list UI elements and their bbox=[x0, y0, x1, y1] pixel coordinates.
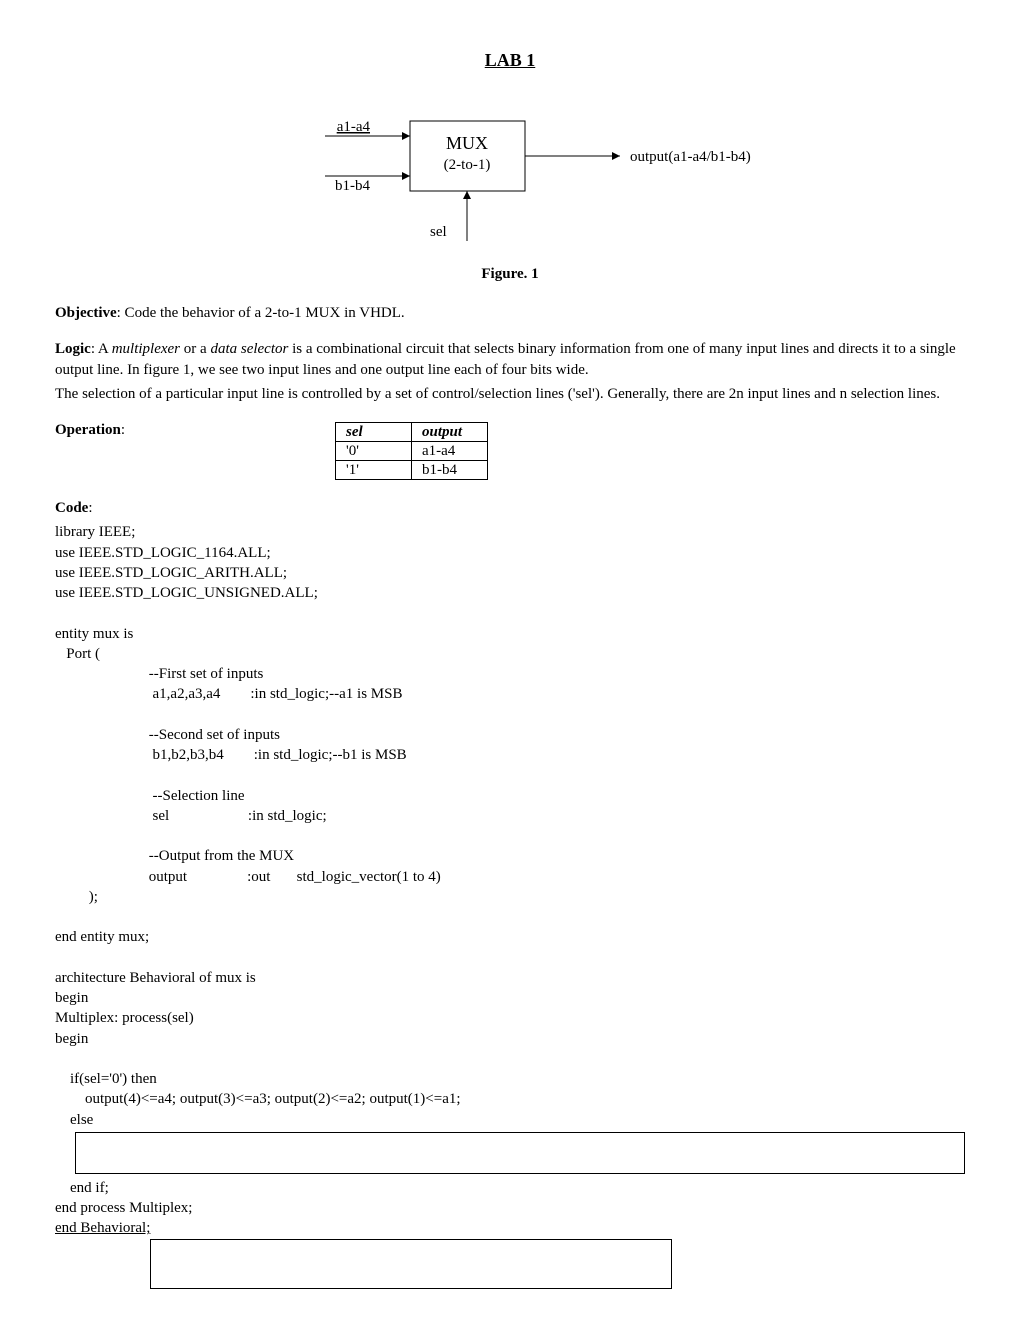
code-label-line: Code: bbox=[55, 498, 965, 518]
objective-text: : Code the behavior of a 2-to-1 MUX in V… bbox=[117, 305, 405, 321]
operation-label-wrap: Operation: bbox=[55, 422, 335, 480]
code-block: library IEEE; use IEEE.STD_LOGIC_1164.AL… bbox=[55, 522, 965, 1130]
logic-label: Logic bbox=[55, 341, 91, 357]
sel-label: sel bbox=[430, 224, 447, 240]
input-a-label: a1-a4 bbox=[337, 119, 371, 135]
table-row: '1' b1-b4 bbox=[336, 461, 488, 480]
input-b-label: b1-b4 bbox=[335, 178, 370, 194]
mux-box-line2: (2-to-1) bbox=[444, 157, 491, 173]
table-header-output: output bbox=[412, 423, 488, 442]
table-header-sel: sel bbox=[336, 423, 412, 442]
operation-label: Operation bbox=[55, 422, 121, 438]
mux-box-line1: MUX bbox=[446, 133, 488, 153]
code-block-end: end if; end process Multiplex; end Behav… bbox=[55, 1178, 965, 1239]
mux-diagram: MUX (2-to-1) a1-a4 b1-b4 output(a1-a4/b1… bbox=[55, 91, 965, 261]
output-label: output(a1-a4/b1-b4) bbox=[630, 149, 751, 165]
table-row: '0' a1-a4 bbox=[336, 442, 488, 461]
operation-table: sel output '0' a1-a4 '1' b1-b4 bbox=[335, 422, 488, 480]
blank-fill-box-2 bbox=[150, 1239, 672, 1289]
figure-caption: Figure. 1 bbox=[55, 266, 965, 283]
blank-fill-box-1 bbox=[75, 1132, 965, 1174]
objective-label: Objective bbox=[55, 305, 117, 321]
code-label: Code bbox=[55, 500, 88, 516]
logic-para-1: Logic: A multiplexer or a data selector … bbox=[55, 339, 965, 380]
logic-para-2: The selection of a particular input line… bbox=[55, 384, 965, 404]
objective-line: Objective: Code the behavior of a 2-to-1… bbox=[55, 303, 965, 323]
lab-title: LAB 1 bbox=[55, 50, 965, 71]
